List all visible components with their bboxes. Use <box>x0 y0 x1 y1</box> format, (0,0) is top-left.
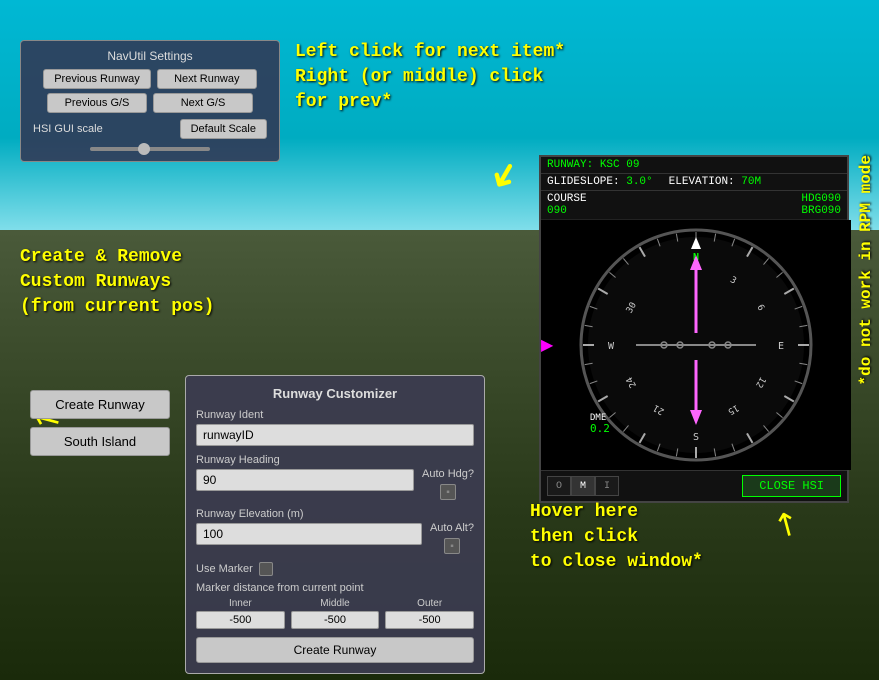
customizer-title: Runway Customizer <box>196 386 474 401</box>
annotation-cr-line2: Custom Runways <box>20 272 171 292</box>
outer-marker-input[interactable] <box>385 611 474 629</box>
hsi-course-label: COURSE <box>547 193 587 205</box>
hsi-runway-label: RUNWAY: KSC 09 <box>547 159 639 171</box>
auto-alt-group: Auto Alt? ▪ <box>430 508 474 554</box>
runway-heading-input[interactable] <box>196 469 414 491</box>
marker-columns: Inner Middle Outer <box>196 598 474 629</box>
elevation-field-group: Runway Elevation (m) <box>196 508 422 545</box>
hsi-runway-num: 09 <box>626 159 639 171</box>
scale-slider-thumb[interactable] <box>138 143 150 155</box>
hover-line3: to close window* <box>530 552 703 572</box>
compass-area: ▶ <box>541 220 851 470</box>
auto-alt-checkbox[interactable]: ▪ <box>444 538 460 554</box>
hsi-mode-i-button[interactable]: I <box>595 476 619 496</box>
south-island-button[interactable]: South Island <box>30 427 170 456</box>
outer-marker-col: Outer <box>385 598 474 629</box>
elevation-label: Runway Elevation (m) <box>196 508 422 520</box>
svg-text:E: E <box>778 341 784 352</box>
annotation-left-click-line2: Right (or middle) click <box>295 67 543 87</box>
navutil-settings-panel: NavUtil Settings Previous Runway Next Ru… <box>20 40 280 162</box>
inner-marker-col: Inner <box>196 598 285 629</box>
default-scale-button[interactable]: Default Scale <box>180 119 267 139</box>
gs-nav-row: Previous G/S Next G/S <box>29 93 271 113</box>
left-button-panel: Create Runway South Island <box>30 390 170 456</box>
svg-text:0.2: 0.2 <box>590 422 610 435</box>
hsi-instrument: RUNWAY: KSC 09 GLIDESLOPE: 3.0° ELEVATIO… <box>539 155 849 503</box>
close-hsi-button[interactable]: CLOSE HSI <box>742 475 841 497</box>
prev-gs-button[interactable]: Previous G/S <box>47 93 147 113</box>
runway-ident-input[interactable] <box>196 424 474 446</box>
hsi-glideslope-label: GLIDESLOPE: 3.0° <box>547 176 653 188</box>
auto-hdg-checkbox[interactable]: ▪ <box>440 484 456 500</box>
runway-customizer-panel: Runway Customizer Runway Ident Runway He… <box>185 375 485 674</box>
next-gs-button[interactable]: Next G/S <box>153 93 253 113</box>
auto-alt-check-icon: ▪ <box>450 541 454 552</box>
hsi-scale-row: HSI GUI scale Default Scale <box>29 119 271 139</box>
marker-distance-label: Marker distance from current point <box>196 582 474 594</box>
hsi-hdg-label: HDG090 <box>801 193 841 205</box>
hsi-scale-label: HSI GUI scale <box>33 123 103 135</box>
create-runway-button[interactable]: Create Runway <box>196 637 474 663</box>
annotation-cr-line3: (from current pos) <box>20 297 214 317</box>
runway-nav-row: Previous Runway Next Runway <box>29 69 271 89</box>
hsi-course-row: COURSE 090 HDG090 BRG090 <box>541 191 847 220</box>
hsi-hdg-brg: HDG090 BRG090 <box>801 193 841 217</box>
annotation-cr-line1: Create & Remove <box>20 247 182 267</box>
hsi-glideslope-row: GLIDESLOPE: 3.0° ELEVATION: 70M <box>541 174 847 191</box>
annotation-left-click-line3: for prev* <box>295 92 392 112</box>
compass-svg: N E S W 3 6 12 15 21 24 30 <box>576 225 816 465</box>
hsi-course-info: COURSE 090 <box>547 193 587 217</box>
runway-elevation-input[interactable] <box>196 523 422 545</box>
use-marker-checkbox[interactable] <box>259 562 273 576</box>
use-marker-row: Use Marker <box>196 562 474 576</box>
hsi-course-value: 090 <box>547 205 567 217</box>
annotation-hover-close: Hover here then click to close window* <box>530 500 703 576</box>
auto-hdg-check-icon: ▪ <box>446 487 450 498</box>
annotation-left-click-line1: Left click for next item* <box>295 42 565 62</box>
hsi-runway-text: RUNWAY: <box>547 159 593 171</box>
hsi-elevation: ELEVATION: 70M <box>669 176 761 188</box>
auto-alt-label: Auto Alt? <box>430 522 474 534</box>
use-marker-label: Use Marker <box>196 563 253 575</box>
next-runway-button[interactable]: Next Runway <box>157 69 257 89</box>
scale-slider-track <box>90 147 210 151</box>
heading-field-group: Runway Heading <box>196 454 414 491</box>
navutil-title: NavUtil Settings <box>29 49 271 63</box>
heading-label: Runway Heading <box>196 454 414 466</box>
hsi-mode-m-button[interactable]: M <box>571 476 595 496</box>
annotation-left-click: Left click for next item* Right (or midd… <box>295 40 565 116</box>
middle-label: Middle <box>320 598 349 609</box>
middle-marker-col: Middle <box>291 598 380 629</box>
inner-label: Inner <box>229 598 252 609</box>
hsi-mode-o-button[interactable]: O <box>547 476 571 496</box>
hsi-brg-label: BRG090 <box>801 205 841 217</box>
auto-hdg-label: Auto Hdg? <box>422 468 474 480</box>
triangle-indicator-icon: ▶ <box>541 335 553 355</box>
svg-text:S: S <box>693 432 699 443</box>
hsi-gs-value: 3.0° <box>626 176 652 188</box>
middle-marker-input[interactable] <box>291 611 380 629</box>
hsi-gs-text: GLIDESLOPE: <box>547 176 620 188</box>
elevation-row: Runway Elevation (m) Auto Alt? ▪ <box>196 508 474 554</box>
hsi-bottom-controls: O M I CLOSE HSI <box>541 470 847 501</box>
hover-line2: then click <box>530 527 638 547</box>
hover-line1: Hover here <box>530 502 638 522</box>
ident-label: Runway Ident <box>196 409 474 421</box>
auto-hdg-group: Auto Hdg? ▪ <box>422 454 474 500</box>
scale-slider-row <box>29 139 271 153</box>
annotation-create-remove: Create & Remove Custom Runways (from cur… <box>20 245 214 321</box>
prev-runway-button[interactable]: Previous Runway <box>43 69 151 89</box>
create-runway-side-button[interactable]: Create Runway <box>30 390 170 419</box>
svg-text:W: W <box>608 341 615 352</box>
heading-row: Runway Heading Auto Hdg? ▪ <box>196 454 474 500</box>
hsi-header: RUNWAY: KSC 09 <box>541 157 847 174</box>
hsi-elev-label: ELEVATION: <box>669 176 735 188</box>
outer-label: Outer <box>417 598 442 609</box>
hsi-runway-id: KSC <box>600 159 620 171</box>
hsi-elev-value: 70M <box>741 176 761 188</box>
annotation-rpm-mode: *do not work in RPM mode <box>856 155 877 385</box>
inner-marker-input[interactable] <box>196 611 285 629</box>
